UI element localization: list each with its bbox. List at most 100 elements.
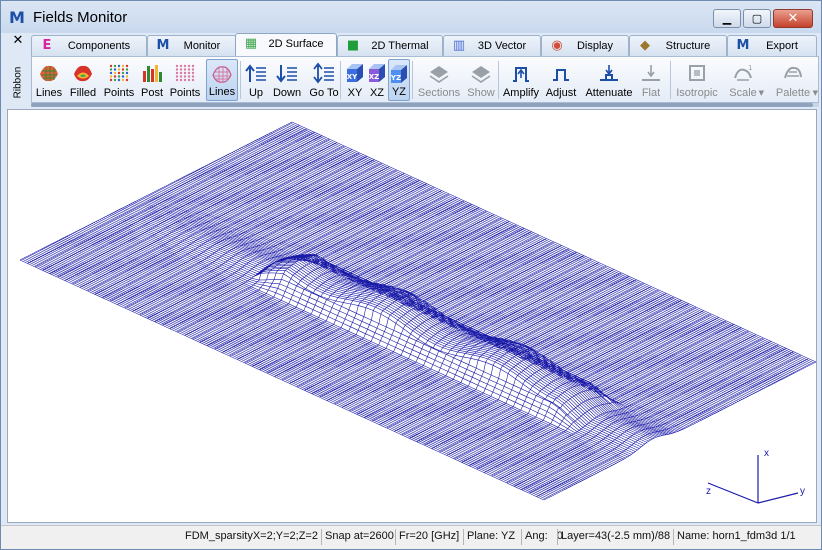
button-label: Show bbox=[467, 87, 495, 99]
scale-button[interactable]: 1 Scale ▼ bbox=[724, 59, 764, 101]
status-divider bbox=[521, 529, 522, 545]
status-divider bbox=[395, 529, 396, 545]
minimize-button[interactable]: ▁ bbox=[713, 9, 741, 28]
amplify-button[interactable]: Amplify bbox=[502, 59, 540, 101]
tab-label: Components bbox=[67, 40, 131, 52]
toolbar-separator bbox=[340, 61, 341, 99]
up-button[interactable]: Up bbox=[244, 59, 268, 101]
sections-button[interactable]: Sections bbox=[416, 59, 462, 101]
status-plane: Plane: YZ bbox=[467, 530, 516, 542]
field-surface-canvas[interactable]: x z y bbox=[7, 109, 817, 523]
go-to-button[interactable]: Go To bbox=[306, 59, 342, 101]
sections-icon bbox=[428, 62, 450, 84]
tab-display[interactable]: ◉ Display bbox=[541, 35, 629, 56]
yz-button[interactable]: YZ YZ bbox=[388, 59, 410, 101]
layer-down-icon bbox=[276, 62, 298, 84]
axis-x-label: x bbox=[764, 448, 769, 459]
status-divider bbox=[557, 529, 558, 545]
flat-button[interactable]: Flat bbox=[638, 59, 664, 101]
down-button[interactable]: Down bbox=[270, 59, 304, 101]
post-button[interactable]: Post bbox=[138, 59, 166, 101]
title-bar[interactable]: M Fields Monitor ▁ ▢ ✕ bbox=[1, 1, 821, 33]
close-icon: ✕ bbox=[787, 11, 799, 26]
adjust-icon bbox=[550, 62, 572, 84]
toolbar-separator bbox=[240, 61, 241, 99]
attenuate-button[interactable]: Attenuate bbox=[582, 59, 636, 101]
status-divider bbox=[321, 529, 322, 545]
points-button[interactable]: Points bbox=[102, 59, 136, 101]
fields-monitor-window: M Fields Monitor ▁ ▢ ✕ ✕ Ribbon E Compone… bbox=[0, 0, 822, 550]
status-bar: FDM_sparsityX=2;Y=2;Z=2 Snap at=2600 Fr=… bbox=[1, 525, 821, 549]
palette-icon bbox=[782, 62, 804, 84]
chevron-down-icon: ▼ bbox=[812, 89, 818, 97]
toolbar-separator bbox=[670, 61, 671, 99]
status-name: Name: horn1_fdm3d 1/1 bbox=[677, 530, 796, 542]
button-label: Sections bbox=[417, 87, 461, 99]
axis-y-line bbox=[757, 492, 799, 504]
svg-text:YZ: YZ bbox=[390, 74, 401, 82]
tab-label: Display bbox=[576, 40, 614, 52]
ribbon-toolbar: Lines Filled Points Post Points Lines Up Down Go… bbox=[31, 56, 819, 103]
toolbar-separator bbox=[412, 61, 413, 99]
svg-text:1: 1 bbox=[748, 64, 752, 72]
button-label: Points bbox=[169, 87, 201, 99]
flat-icon bbox=[640, 62, 662, 84]
toolbar-scrollbar[interactable] bbox=[31, 103, 819, 107]
filled-button[interactable]: Filled bbox=[66, 59, 100, 101]
plane-yz-icon: YZ bbox=[388, 63, 410, 85]
ribbon-label[interactable]: Ribbon bbox=[13, 58, 24, 108]
points-button[interactable]: Points bbox=[168, 59, 202, 101]
maximize-button[interactable]: ▢ bbox=[743, 9, 771, 28]
filled-surface-icon bbox=[72, 62, 94, 84]
status-frequency: Fr=20 [GHz] bbox=[399, 530, 460, 542]
scale-icon: 1 bbox=[732, 62, 754, 84]
svg-text:XZ: XZ bbox=[369, 73, 379, 81]
surface-mesh-plot[interactable]: x z y bbox=[8, 110, 817, 523]
isotropic-icon bbox=[686, 62, 708, 84]
svg-text:XY: XY bbox=[347, 73, 358, 81]
tab-monitor[interactable]: M Monitor bbox=[147, 35, 237, 56]
ribbon-sidebar: ✕ Ribbon bbox=[7, 33, 29, 105]
points-surface-icon bbox=[108, 62, 130, 84]
tab-label: Export bbox=[766, 40, 798, 52]
button-label: Attenuate bbox=[585, 87, 633, 99]
status-divider bbox=[463, 529, 464, 545]
lines-button[interactable]: Lines bbox=[206, 59, 238, 101]
app-logo-icon: M bbox=[9, 8, 25, 27]
ribbon-close-icon[interactable]: ✕ bbox=[10, 33, 26, 49]
plane-xz-icon: XZ bbox=[366, 62, 388, 84]
status-snap: Snap at=2600 bbox=[325, 530, 394, 542]
lines-button[interactable]: Lines bbox=[34, 59, 64, 101]
lines-pink-icon bbox=[211, 63, 233, 85]
layer-up-icon bbox=[245, 62, 267, 84]
button-label: Lines bbox=[208, 86, 236, 98]
close-button[interactable]: ✕ bbox=[773, 9, 813, 28]
adjust-button[interactable]: Adjust bbox=[542, 59, 580, 101]
axis-y-label: y bbox=[800, 486, 805, 497]
lines-surface-icon bbox=[38, 62, 60, 84]
tab-label: Structure bbox=[665, 40, 711, 52]
button-label: Flat bbox=[641, 87, 661, 99]
attenuate-icon bbox=[598, 62, 620, 84]
palette-button[interactable]: Palette ▼ bbox=[770, 59, 818, 101]
status-sparsity: FDM_sparsityX=2;Y=2;Z=2 bbox=[185, 530, 318, 542]
amplify-icon bbox=[510, 62, 532, 84]
surface-mesh-lines bbox=[19, 121, 816, 501]
scrollbar-thumb[interactable] bbox=[31, 103, 813, 107]
show-button[interactable]: Show bbox=[464, 59, 498, 101]
tab-2d-surface[interactable]: ▦ 2D Surface bbox=[235, 33, 337, 56]
tab-components[interactable]: E Components bbox=[31, 35, 147, 56]
button-label: Isotropic bbox=[676, 87, 718, 99]
show-icon bbox=[470, 62, 492, 84]
button-label: YZ bbox=[391, 86, 407, 98]
tab-3d-vector[interactable]: ▥ 3D Vector bbox=[443, 35, 541, 56]
tab-structure[interactable]: ◆ Structure bbox=[629, 35, 727, 56]
axis-z-label: z bbox=[706, 486, 711, 497]
tab-export[interactable]: M Export bbox=[727, 35, 817, 56]
status-divider bbox=[673, 529, 674, 545]
tab-2d-thermal[interactable]: ■ 2D Thermal bbox=[337, 35, 443, 56]
isotropic-button[interactable]: Isotropic bbox=[674, 59, 720, 101]
status-layer: Layer=43(-2.5 mm)/88 bbox=[561, 530, 671, 542]
tab-label: 2D Thermal bbox=[371, 40, 429, 52]
chevron-down-icon: ▼ bbox=[758, 89, 764, 97]
